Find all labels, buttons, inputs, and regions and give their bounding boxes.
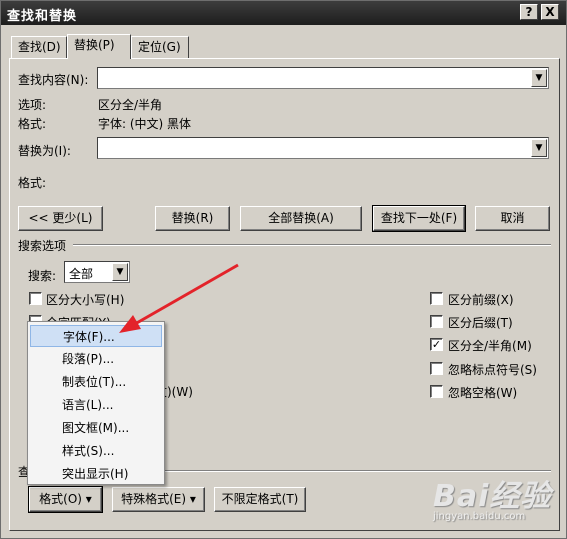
watermark-brand: Bai经验 [433,479,552,514]
baidu-watermark: Bai经验 jingyan.baidu.com [433,471,551,522]
find-replace-dialog: 查找和替换 ? X 查找(D) 替换(P) 定位(G) 查找内容(N): ▼ 选… [0,0,567,539]
red-arrow-icon [119,263,239,333]
